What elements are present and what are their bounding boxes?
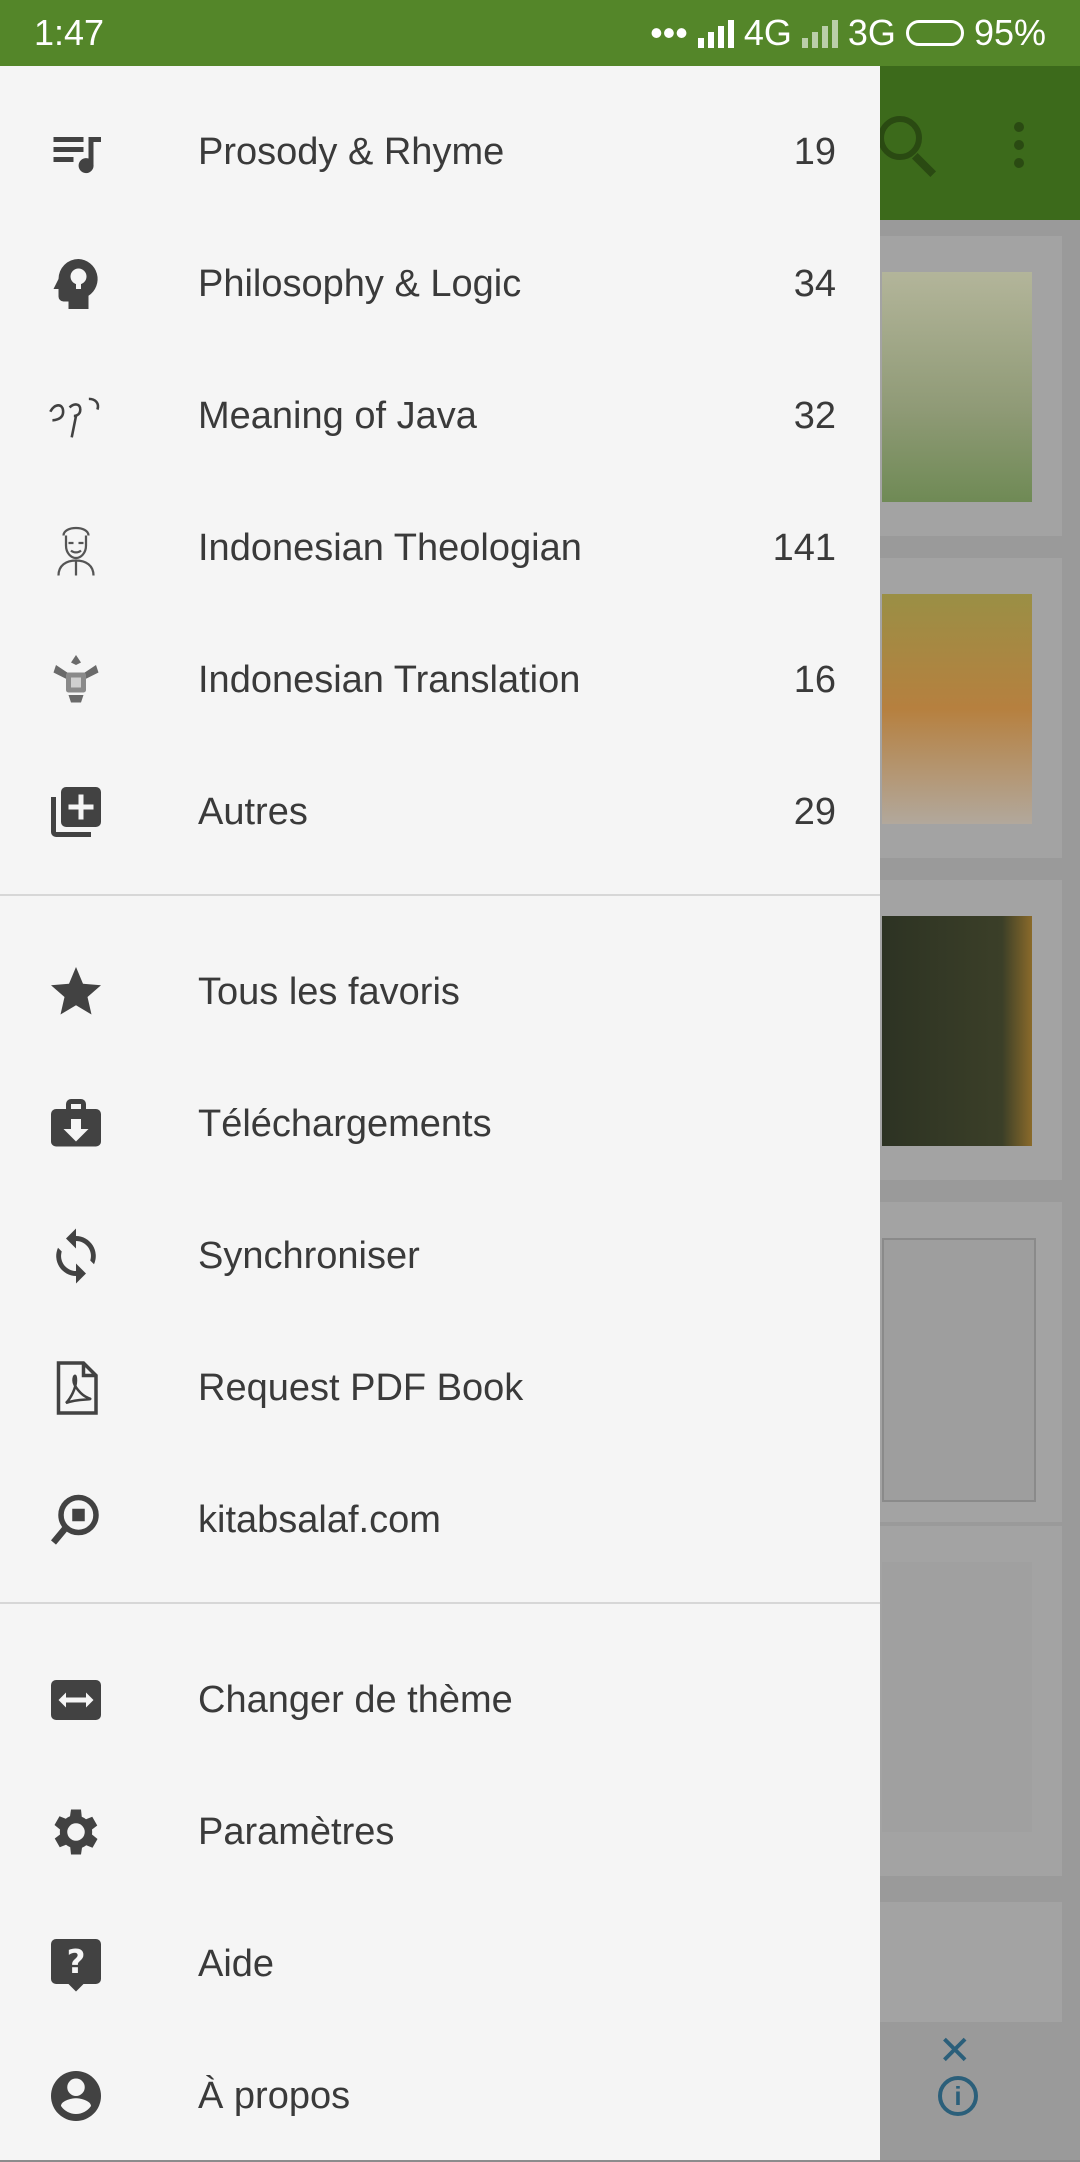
download-case-icon — [46, 1094, 106, 1154]
drawer-item-indonesian-translation[interactable]: Indonesian Translation 16 — [0, 614, 880, 746]
svg-text:?: ? — [67, 1943, 86, 1981]
item-count: 19 — [793, 130, 836, 173]
book-cover — [882, 1238, 1036, 1502]
book-cover — [882, 272, 1032, 502]
book-card — [862, 1202, 1062, 1522]
signal-strength-2-icon — [801, 18, 838, 48]
ad-close-icon: ✕ — [938, 2029, 972, 2073]
java-script-icon — [46, 386, 106, 446]
drawer-item-downloads[interactable]: Téléchargements — [0, 1058, 880, 1190]
drawer-item-request-pdf[interactable]: Request PDF Book — [0, 1322, 880, 1454]
drawer-item-meaning-of-java[interactable]: Meaning of Java 32 — [0, 350, 880, 482]
more-vert-icon — [1014, 122, 1024, 176]
book-cover — [882, 1562, 1032, 1832]
status-icons: ••• 4G 3G 95% — [650, 12, 1046, 54]
ad-info-icon: i — [938, 2076, 978, 2116]
drawer-item-settings[interactable]: Paramètres — [0, 1766, 880, 1898]
item-count: 141 — [772, 526, 836, 569]
drawer-item-website[interactable]: kitabsalaf.com — [0, 1454, 880, 1586]
scholar-portrait-icon — [46, 518, 106, 578]
search-icon — [878, 116, 922, 160]
drawer-item-prosody-rhyme[interactable]: Prosody & Rhyme 19 — [0, 86, 880, 218]
status-bar: 1:47 ••• 4G 3G 95% — [0, 0, 1080, 66]
web-search-icon — [46, 1490, 106, 1550]
drawer-divider — [0, 1602, 880, 1604]
item-count: 16 — [793, 658, 836, 701]
book-cover — [882, 916, 1032, 1146]
status-time: 1:47 — [34, 12, 105, 53]
drawer-item-sync[interactable]: Synchroniser — [0, 1190, 880, 1322]
book-card — [862, 236, 1062, 536]
head-bulb-icon — [46, 254, 106, 314]
network-type-2: 3G — [847, 12, 896, 53]
drawer-item-indonesian-theologian[interactable]: Indonesian Theologian 141 — [0, 482, 880, 614]
book-card — [862, 558, 1062, 858]
swap-theme-icon — [46, 1670, 106, 1730]
item-count: 32 — [793, 394, 836, 437]
signal-strength-icon — [697, 18, 734, 48]
network-type-1: 4G — [743, 12, 792, 53]
garuda-emblem-icon — [46, 650, 106, 710]
sync-icon — [46, 1226, 106, 1286]
battery-icon — [905, 20, 964, 46]
help-icon: ? — [46, 1934, 106, 1994]
navigation-drawer: Prosody & Rhyme 19 Philosophy & Logic 34… — [0, 66, 880, 2160]
item-count: 29 — [793, 790, 836, 833]
drawer-item-help[interactable]: ? Aide — [0, 1898, 880, 2030]
book-cover — [882, 594, 1032, 824]
drawer-item-favorites[interactable]: Tous les favoris — [0, 926, 880, 1058]
library-add-icon — [46, 782, 106, 842]
star-icon — [46, 962, 106, 1022]
drawer-item-about[interactable]: À propos — [0, 2030, 880, 2162]
drawer-divider — [0, 894, 880, 896]
book-card — [862, 1902, 1062, 2022]
gear-icon — [46, 1802, 106, 1862]
notification-dots: ••• — [650, 12, 688, 53]
music-list-icon — [46, 122, 106, 182]
drawer-item-change-theme[interactable]: Changer de thème — [0, 1634, 880, 1766]
drawer-item-philosophy-logic[interactable]: Philosophy & Logic 34 — [0, 218, 880, 350]
book-card — [862, 880, 1062, 1180]
book-card — [862, 1526, 1062, 1876]
account-icon — [46, 2066, 106, 2126]
item-count: 34 — [793, 262, 836, 305]
battery-percent: 95% — [973, 12, 1046, 53]
pdf-file-icon — [46, 1358, 106, 1418]
drawer-item-autres[interactable]: Autres 29 — [0, 746, 880, 878]
